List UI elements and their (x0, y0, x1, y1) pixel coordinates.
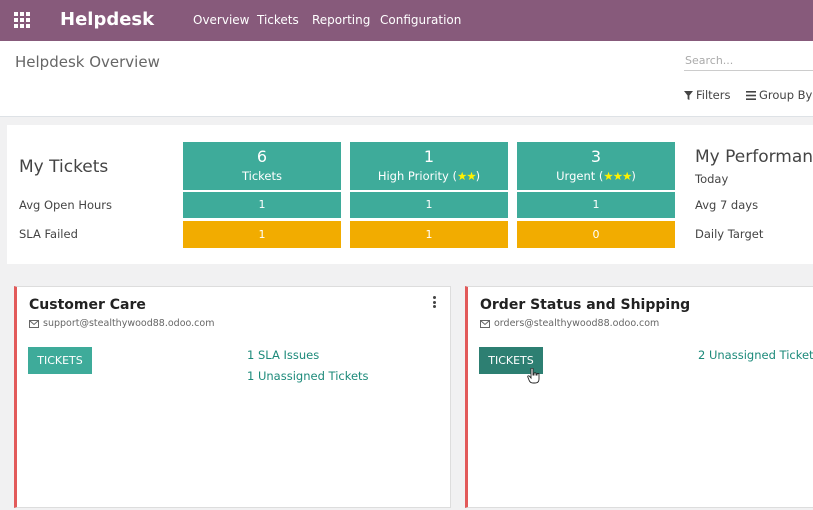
tile-sla-failed[interactable]: 1 (350, 221, 508, 248)
team-card-order-status: Order Status and Shipping orders@stealth… (465, 286, 813, 508)
envelope-icon (480, 319, 490, 328)
group-by-label: Group By (759, 88, 813, 102)
tile-urgent[interactable]: 3 Urgent (★★★) (517, 142, 675, 190)
perf-today-label: Today (695, 172, 729, 186)
tile-count: 3 (590, 147, 602, 166)
tile-label: High Priority (★★) (377, 169, 481, 183)
menu-reporting[interactable]: Reporting (312, 13, 370, 27)
performance-title: My Performance (695, 147, 813, 167)
perf-daily-target-label: Daily Target (695, 227, 764, 241)
unassigned-tickets-link[interactable]: 1 Unassigned Tickets (247, 369, 369, 383)
group-by-icon (746, 90, 756, 100)
tile-label: Tickets (241, 169, 282, 183)
star-icon: ★★ (457, 169, 477, 183)
helpdesk-dashboard: My Tickets Avg Open Hours SLA Failed 6 T… (7, 125, 813, 264)
team-name: Customer Care (29, 297, 146, 313)
avg-open-hours-label: Avg Open Hours (19, 198, 113, 212)
team-email-text: support@stealthywood88.odoo.com (43, 318, 215, 329)
menu-overview[interactable]: Overview (193, 13, 250, 27)
team-email: support@stealthywood88.odoo.com (29, 318, 214, 329)
team-email-text: orders@stealthywood88.odoo.com (494, 318, 660, 329)
tickets-button[interactable]: TICKETS (28, 347, 92, 374)
menu-configuration[interactable]: Configuration (380, 13, 461, 27)
tile-sla-failed[interactable]: 0 (517, 221, 675, 248)
group-by-button[interactable]: Group By (746, 88, 812, 102)
search-input[interactable] (684, 51, 813, 71)
tile-tickets[interactable]: 6 Tickets (183, 142, 341, 190)
sla-issues-link[interactable]: 1 SLA Issues (247, 348, 319, 362)
tile-count: 1 (423, 147, 435, 166)
tile-label-text: Urgent ( (556, 169, 604, 183)
perf-avg-7-days-label: Avg 7 days (695, 198, 759, 212)
tile-avg-open-hours[interactable]: 1 (517, 192, 675, 218)
tile-avg-open-hours[interactable]: 1 (350, 192, 508, 218)
my-tickets-title: My Tickets (19, 157, 109, 177)
team-name: Order Status and Shipping (480, 297, 691, 313)
envelope-icon (29, 319, 39, 328)
filters-button[interactable]: Filters (684, 88, 730, 102)
unassigned-tickets-link[interactable]: 2 Unassigned Tickets (698, 348, 813, 362)
control-panel: Helpdesk Overview Filters Group By (0, 41, 813, 117)
tile-avg-open-hours[interactable]: 1 (183, 192, 341, 218)
tile-high-priority[interactable]: 1 High Priority (★★) (350, 142, 508, 190)
kebab-menu-icon[interactable] (433, 296, 437, 310)
hand-pointer-icon (527, 368, 540, 384)
tile-count: 6 (256, 147, 268, 166)
page-title: Helpdesk Overview (15, 53, 160, 71)
tile-label: Urgent (★★★) (556, 169, 636, 183)
team-email: orders@stealthywood88.odoo.com (480, 318, 659, 329)
app-brand[interactable]: Helpdesk (60, 9, 154, 30)
filter-icon (684, 90, 693, 100)
team-card-customer-care: Customer Care support@stealthywood88.odo… (14, 286, 451, 508)
sla-failed-label: SLA Failed (19, 227, 78, 241)
star-icon: ★★★ (603, 169, 632, 183)
apps-grid-icon[interactable] (14, 12, 30, 28)
top-navbar: Helpdesk Overview Tickets Reporting Conf… (0, 0, 813, 41)
tile-sla-failed[interactable]: 1 (183, 221, 341, 248)
filters-label: Filters (696, 88, 731, 102)
tile-label-text: High Priority ( (377, 169, 458, 183)
menu-tickets[interactable]: Tickets (257, 13, 299, 27)
